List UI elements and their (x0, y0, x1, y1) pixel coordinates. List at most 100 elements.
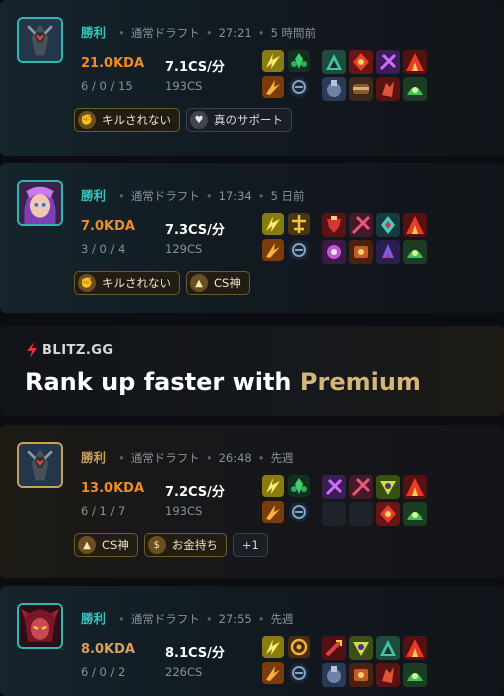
item-icon[interactable] (403, 50, 427, 74)
kda-ratio: 7.0KDA (81, 219, 135, 234)
item-icon[interactable] (349, 636, 373, 660)
item-icon[interactable] (376, 663, 400, 687)
fist-icon: ✊ (78, 274, 96, 292)
champion-avatar[interactable] (17, 442, 63, 488)
match-meta: 勝利 • 通常ドラフト • 26:48 • 先週 (81, 450, 294, 465)
item-icon[interactable] (322, 240, 346, 264)
item-icon[interactable] (349, 77, 373, 101)
item-icon[interactable] (322, 77, 346, 101)
champion-avatar[interactable] (17, 180, 63, 226)
item-icon[interactable] (349, 663, 373, 687)
match-meta: 勝利 • 通常ドラフト • 27:21 • 5 時間前 (81, 25, 317, 40)
premium-highlight: Premium (299, 368, 421, 396)
badge[interactable]: ♥ 真のサポート (186, 108, 292, 132)
kda-ratio: 21.0KDA (81, 56, 145, 71)
item-icon[interactable] (376, 240, 400, 264)
sorcery-rune-icon[interactable] (288, 662, 310, 684)
flash-spell-icon[interactable] (262, 636, 284, 658)
cs-per-minute: 8.1CS/分 (165, 646, 225, 661)
cs-total: 129CS (165, 242, 203, 256)
item-icon[interactable] (376, 77, 400, 101)
resolve-rune-icon[interactable] (288, 636, 310, 658)
badge-list: ▲ CS神 $ お金持ち +1 (74, 533, 268, 557)
game-duration: 26:48 (218, 451, 252, 465)
cs-total: 226CS (165, 665, 203, 679)
item-icon[interactable] (403, 240, 427, 264)
match-card[interactable]: 勝利 • 通常ドラフト • 27:21 • 5 時間前 21.0KDA 6 / 0 / 15… (0, 0, 504, 156)
time-ago: 5 日前 (270, 189, 305, 203)
smite-rune-icon[interactable] (288, 50, 310, 72)
item-icon[interactable] (403, 475, 427, 499)
match-card[interactable]: 勝利 • 通常ドラフト • 26:48 • 先週 13.0KDA 6 / 1 / 7 7.2… (0, 425, 504, 578)
item-icon[interactable] (322, 475, 346, 499)
ignite-spell-icon[interactable] (262, 239, 284, 261)
sorcery-rune-icon[interactable] (288, 76, 310, 98)
item-icon[interactable] (349, 475, 373, 499)
badge[interactable]: ▲ CS神 (186, 271, 250, 295)
item-icon[interactable] (376, 636, 400, 660)
support-icon: ♥ (190, 111, 208, 129)
match-result: 勝利 (81, 450, 107, 465)
queue-type: 通常ドラフト (130, 612, 200, 626)
time-ago: 先週 (270, 612, 294, 626)
item-icon[interactable] (403, 213, 427, 237)
match-result: 勝利 (81, 25, 107, 40)
badge[interactable]: $ お金持ち (143, 533, 227, 557)
flash-spell-icon[interactable] (262, 213, 284, 235)
item-icon[interactable] (403, 636, 427, 660)
promo-headline: Rank up faster with Premium (25, 368, 421, 396)
premium-promo-banner[interactable]: BLITZ.GG Rank up faster with Premium (0, 326, 504, 416)
item-icon[interactable] (376, 475, 400, 499)
item-icon[interactable] (349, 240, 373, 264)
money-bag-icon: $ (147, 536, 166, 554)
smite-rune-icon[interactable] (288, 475, 310, 497)
cs-per-minute: 7.3CS/分 (165, 223, 225, 238)
sorcery-rune-icon[interactable] (288, 501, 310, 523)
item-icon[interactable] (403, 77, 427, 101)
game-duration: 17:34 (218, 189, 252, 203)
match-card[interactable]: 勝利 • 通常ドラフト • 17:34 • 5 日前 7.0KDA 3 / 0 / 4 7.… (0, 163, 504, 313)
champion-avatar[interactable] (17, 603, 63, 649)
badge[interactable]: ✊ キルされない (74, 271, 180, 295)
bolt-icon (27, 342, 37, 358)
cs-god-icon: ▲ (190, 274, 208, 292)
fist-icon: ✊ (78, 111, 96, 129)
time-ago: 先週 (270, 451, 294, 465)
item-icon[interactable] (403, 502, 427, 526)
item-icon[interactable] (376, 50, 400, 74)
item-icon[interactable] (322, 50, 346, 74)
item-icon[interactable] (403, 663, 427, 687)
badge[interactable]: ▲ CS神 (74, 533, 138, 557)
item-icon[interactable] (376, 502, 400, 526)
match-result: 勝利 (81, 188, 107, 203)
item-icon[interactable] (322, 213, 346, 237)
ignite-spell-icon[interactable] (262, 501, 284, 523)
match-card[interactable]: 勝利 • 通常ドラフト • 27:55 • 先週 8.0KDA 6 / 0 / 2 8.1C… (0, 586, 504, 696)
item-icon[interactable] (376, 213, 400, 237)
queue-type: 通常ドラフト (130, 189, 200, 203)
cs-god-icon: ▲ (78, 536, 96, 554)
champion-avatar[interactable] (17, 17, 63, 63)
kda-line: 3 / 0 / 4 (81, 242, 126, 256)
item-icon[interactable] (322, 636, 346, 660)
sorcery-rune-icon[interactable] (288, 239, 310, 261)
cs-per-minute: 7.1CS/分 (165, 60, 225, 75)
flash-spell-icon[interactable] (262, 475, 284, 497)
kda-ratio: 13.0KDA (81, 481, 145, 496)
ignite-spell-icon[interactable] (262, 76, 284, 98)
item-icon[interactable] (349, 213, 373, 237)
cs-total: 193CS (165, 504, 203, 518)
kda-line: 6 / 0 / 2 (81, 665, 126, 679)
badge-list: ✊ キルされない ▲ CS神 (74, 271, 250, 295)
brand-logo: BLITZ.GG (26, 342, 114, 358)
badge[interactable]: ✊ キルされない (74, 108, 180, 132)
flash-spell-icon[interactable] (262, 50, 284, 72)
kda-line: 6 / 0 / 15 (81, 79, 133, 93)
item-icon[interactable] (349, 50, 373, 74)
cs-total: 193CS (165, 79, 203, 93)
match-meta: 勝利 • 通常ドラフト • 17:34 • 5 日前 (81, 188, 305, 203)
ignite-spell-icon[interactable] (262, 662, 284, 684)
item-icon[interactable] (322, 663, 346, 687)
more-badges-button[interactable]: +1 (232, 533, 268, 557)
precision-rune-icon[interactable] (288, 213, 310, 235)
